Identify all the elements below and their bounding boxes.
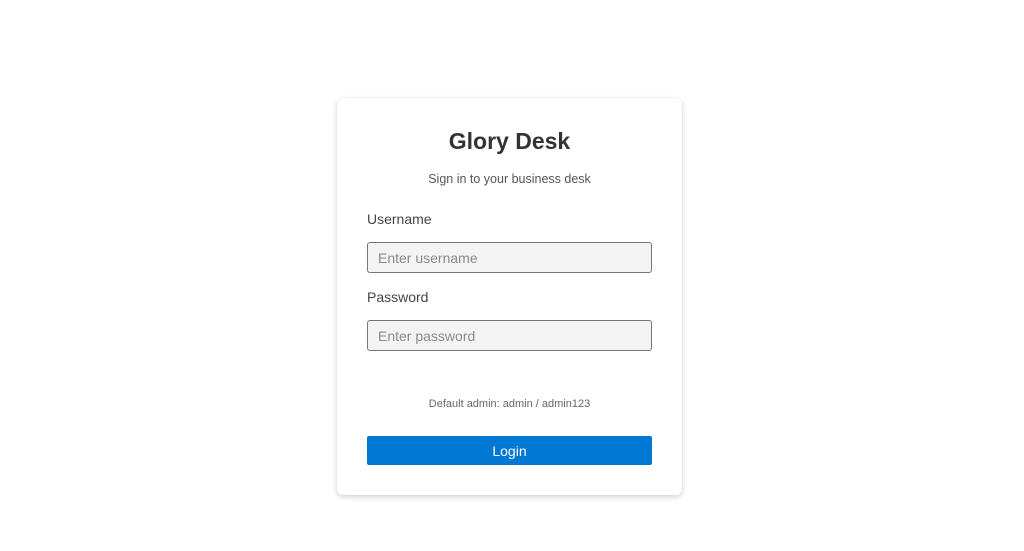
default-credentials-hint: Default admin: admin / admin123	[428, 398, 591, 410]
login-card: Glory Desk Sign in to your business desk…	[337, 98, 682, 495]
app-subtitle: Sign in to your business desk	[428, 172, 591, 186]
app-title: Glory Desk	[448, 128, 571, 154]
username-input[interactable]	[367, 242, 652, 273]
login-button[interactable]: Login	[367, 436, 652, 465]
password-input[interactable]	[367, 320, 652, 351]
username-label: Username	[367, 211, 432, 227]
page-background: Glory Desk Sign in to your business desk…	[0, 0, 1024, 551]
password-label: Password	[367, 289, 429, 305]
